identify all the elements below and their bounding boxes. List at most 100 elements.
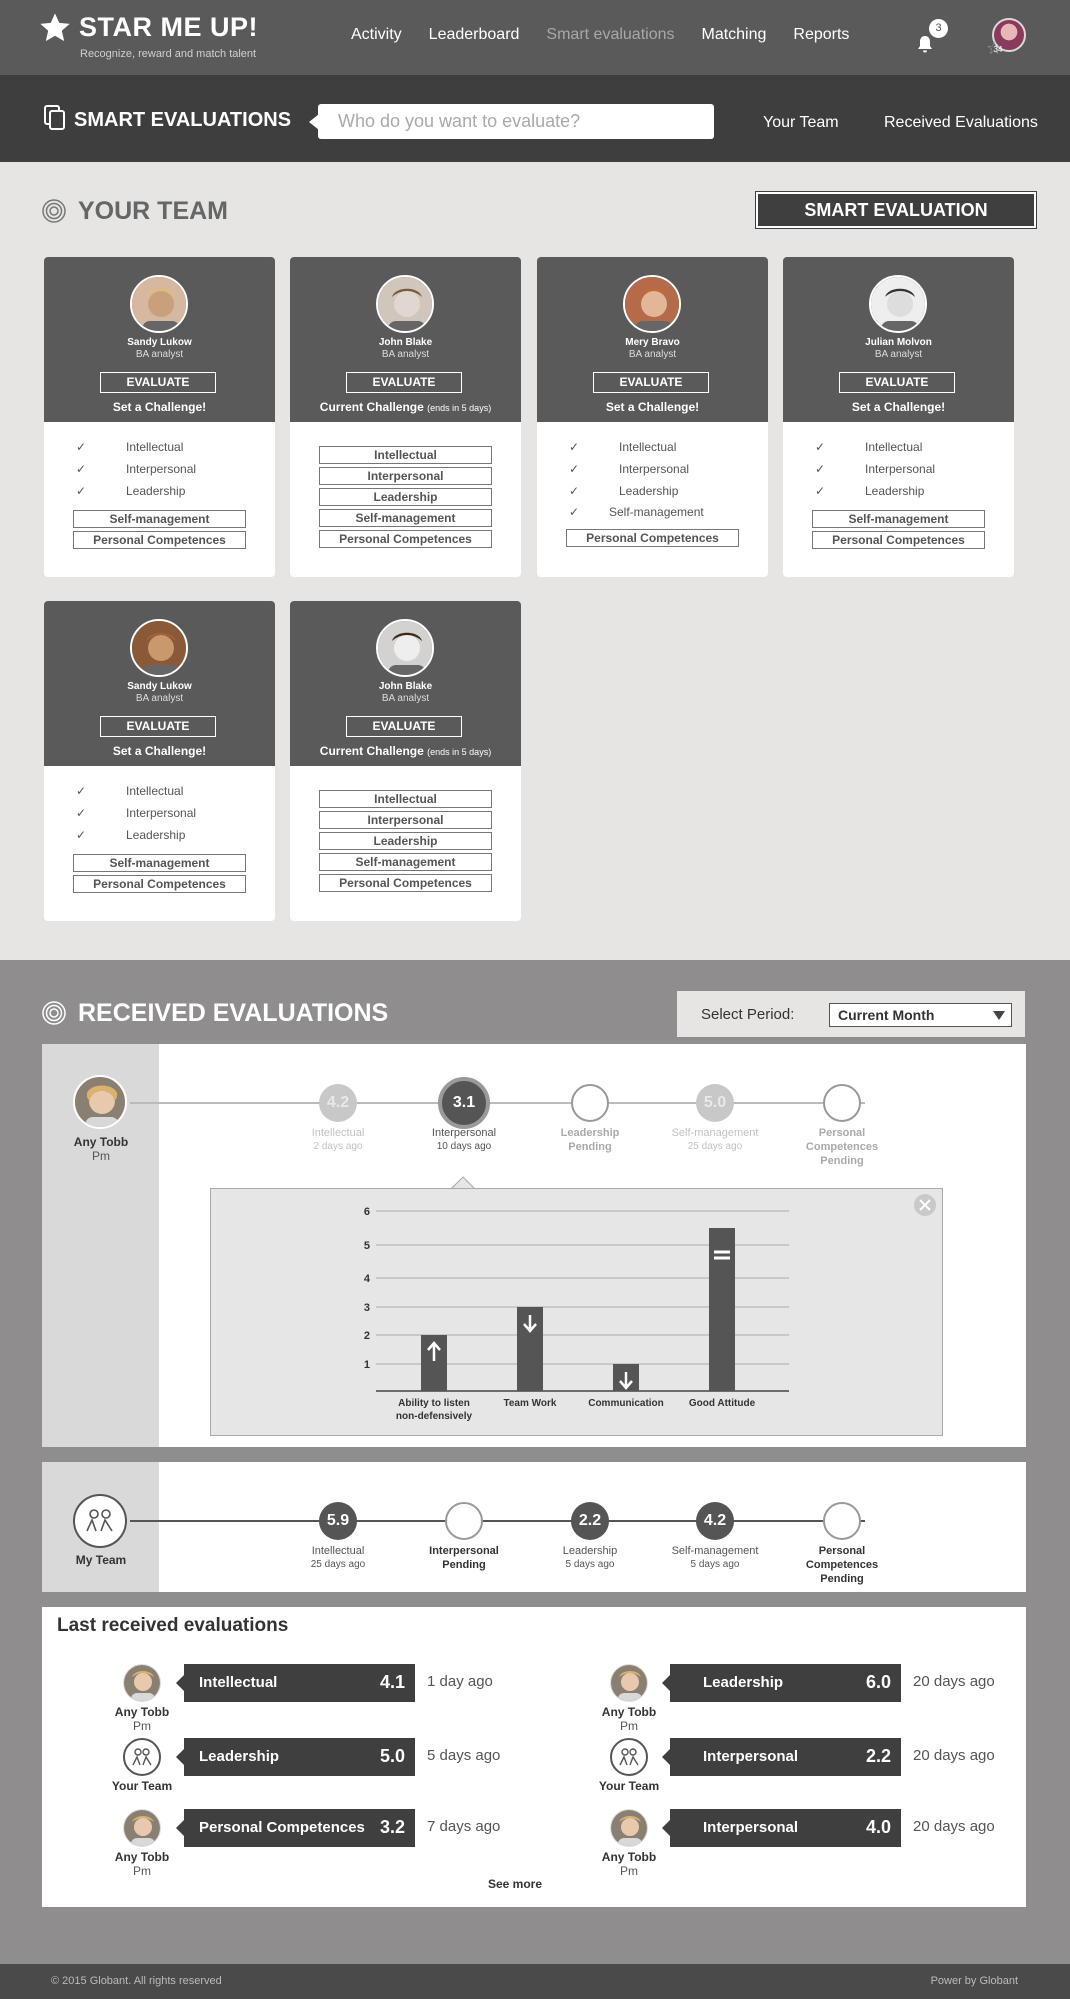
challenge-label[interactable]: Current Challenge (ends in 5 days) xyxy=(290,744,521,758)
skill-pending-button[interactable]: Interpersonal xyxy=(319,467,492,485)
timeline-line xyxy=(130,1102,865,1104)
challenge-label[interactable]: Current Challenge (ends in 5 days) xyxy=(290,400,521,414)
avatar xyxy=(610,1809,648,1847)
category-status: 5 days ago xyxy=(690,1559,740,1570)
score-circle[interactable]: 3.1 xyxy=(438,1077,490,1129)
avatar[interactable] xyxy=(130,619,188,677)
score-circle[interactable] xyxy=(823,1084,861,1122)
evaluation-category: Personal Competences xyxy=(199,1819,365,1836)
score-circle[interactable] xyxy=(823,1502,861,1540)
evaluator-role: Pm xyxy=(133,1864,151,1878)
period-select[interactable]: Current Month xyxy=(829,1003,1012,1027)
nav-leaderboard[interactable]: Leaderboard xyxy=(429,26,520,44)
score-circle[interactable]: 5.9 xyxy=(319,1502,357,1540)
period-label: Select Period: xyxy=(701,1006,795,1023)
nav-matching[interactable]: Matching xyxy=(701,26,766,44)
bell-icon[interactable] xyxy=(916,34,934,54)
timeline-label: Intellectual 2 days ago xyxy=(278,1126,398,1154)
team-member-card: Mery Bravo BA analyst EVALUATE Set a Challe… xyxy=(537,257,768,577)
team-member-card: John Blake BA analyst EVALUATE Current Chal… xyxy=(290,601,521,921)
timeline-label: Interpersonal Pending xyxy=(404,1544,524,1572)
challenge-label[interactable]: Set a Challenge! xyxy=(537,400,768,414)
app-title[interactable]: STAR ME UP! xyxy=(79,12,258,43)
chevron-down-icon[interactable] xyxy=(993,1011,1005,1020)
score-circle[interactable] xyxy=(571,1084,609,1122)
evaluate-button[interactable]: EVALUATE xyxy=(100,716,216,737)
skill-pending-button[interactable]: Self-management xyxy=(319,509,492,527)
challenge-label[interactable]: Set a Challenge! xyxy=(44,400,275,414)
avatar[interactable] xyxy=(623,275,681,333)
skill-pending-button[interactable]: Personal Competences xyxy=(566,529,739,547)
evaluation-item[interactable]: Leadership 6.0 xyxy=(662,1664,901,1702)
card-skills: ✓ Intellectual ✓ Interpersonal ✓ Leadership Se… xyxy=(44,766,275,921)
skill-pending-button[interactable]: Personal Competences xyxy=(319,530,492,548)
team-member-card: John Blake BA analyst EVALUATE Current Chal… xyxy=(290,257,521,577)
skill-pending-button[interactable]: Self-management xyxy=(73,854,246,872)
evaluation-item[interactable]: Personal Competences 3.2 xyxy=(176,1809,415,1847)
evaluate-button[interactable]: EVALUATE xyxy=(593,372,709,393)
skill-label: Intellectual xyxy=(126,440,184,454)
score-circle[interactable]: 4.2 xyxy=(319,1084,357,1122)
evaluate-button[interactable]: EVALUATE xyxy=(839,372,955,393)
skill-pending-button[interactable]: Self-management xyxy=(73,510,246,528)
evaluation-time: 5 days ago xyxy=(427,1747,501,1764)
skill-pending-button[interactable]: Personal Competences xyxy=(73,531,246,549)
category-status: Pending xyxy=(820,1573,864,1585)
evaluator-role: Pm xyxy=(620,1864,638,1878)
score-circle[interactable]: 2.2 xyxy=(571,1502,609,1540)
pointer-icon xyxy=(176,1749,184,1765)
skill-pending-button[interactable]: Intellectual xyxy=(319,446,492,464)
score-circle[interactable]: 4.2 xyxy=(696,1502,734,1540)
link-received-evaluations[interactable]: Received Evaluations xyxy=(884,114,1038,132)
search-input[interactable] xyxy=(318,104,714,139)
score-circle[interactable] xyxy=(445,1502,483,1540)
challenge-label[interactable]: Set a Challenge! xyxy=(783,400,1014,414)
smart-evaluation-button[interactable]: SMART EVALUATION xyxy=(755,191,1037,229)
nav-smart-evaluations[interactable]: Smart evaluations xyxy=(546,26,674,44)
check-icon: ✓ xyxy=(76,784,87,798)
close-icon[interactable] xyxy=(914,1194,936,1216)
skill-pending-button[interactable]: Leadership xyxy=(319,832,492,850)
evaluate-button[interactable]: EVALUATE xyxy=(346,716,462,737)
score-circle[interactable]: 5.0 xyxy=(696,1084,734,1122)
timeline-label: Personal Competences Pending xyxy=(782,1544,902,1586)
category-status: Pending xyxy=(820,1155,864,1167)
evaluation-item[interactable]: Interpersonal 4.0 xyxy=(662,1809,901,1847)
avatar[interactable] xyxy=(376,275,434,333)
evaluation-item[interactable]: Leadership 5.0 xyxy=(176,1738,415,1776)
skill-pending-button[interactable]: Personal Competences xyxy=(319,874,492,892)
nav-activity[interactable]: Activity xyxy=(351,26,402,44)
avatar[interactable] xyxy=(130,275,188,333)
evaluation-item[interactable]: Interpersonal 2.2 xyxy=(662,1738,901,1776)
notification-badge[interactable]: 3 xyxy=(929,19,948,38)
skill-pending-button[interactable]: Personal Competences xyxy=(812,531,985,549)
evaluate-button[interactable]: EVALUATE xyxy=(100,372,216,393)
avatar[interactable] xyxy=(869,275,927,333)
challenge-text: Current Challenge xyxy=(319,744,424,758)
skill-pending-button[interactable]: Intellectual xyxy=(319,790,492,808)
skill-pending-button[interactable]: Leadership xyxy=(319,488,492,506)
see-more-link[interactable]: See more xyxy=(488,1877,542,1891)
person-name: Any Tobb xyxy=(73,1135,129,1149)
evaluate-button[interactable]: EVALUATE xyxy=(346,372,462,393)
skill-pending-button[interactable]: Self-management xyxy=(812,510,985,528)
avatar[interactable] xyxy=(376,619,434,677)
challenge-label[interactable]: Set a Challenge! xyxy=(44,744,275,758)
skill-pending-button[interactable]: Self-management xyxy=(319,853,492,871)
avatar xyxy=(73,1075,127,1129)
category-status: 5 days ago xyxy=(565,1559,615,1570)
check-icon: ✓ xyxy=(76,806,87,820)
team-name: My Team xyxy=(75,1553,127,1567)
skill-pending-button[interactable]: Interpersonal xyxy=(319,811,492,829)
check-icon: ✓ xyxy=(76,440,87,454)
nav-reports[interactable]: Reports xyxy=(793,26,849,44)
evaluation-item[interactable]: Intellectual 4.1 xyxy=(176,1664,415,1702)
skill-label: Interpersonal xyxy=(126,462,197,476)
card-header: Julian Molvon BA analyst EVALUATE Set a Cha… xyxy=(783,257,1014,422)
member-name: John Blake xyxy=(378,337,433,348)
challenge-text: Set a Challenge! xyxy=(605,400,700,414)
category-name: Leadership xyxy=(562,1545,618,1557)
skill-pending-button[interactable]: Personal Competences xyxy=(73,875,246,893)
link-your-team[interactable]: Your Team xyxy=(763,114,839,132)
category-name: Interpersonal xyxy=(431,1127,497,1139)
